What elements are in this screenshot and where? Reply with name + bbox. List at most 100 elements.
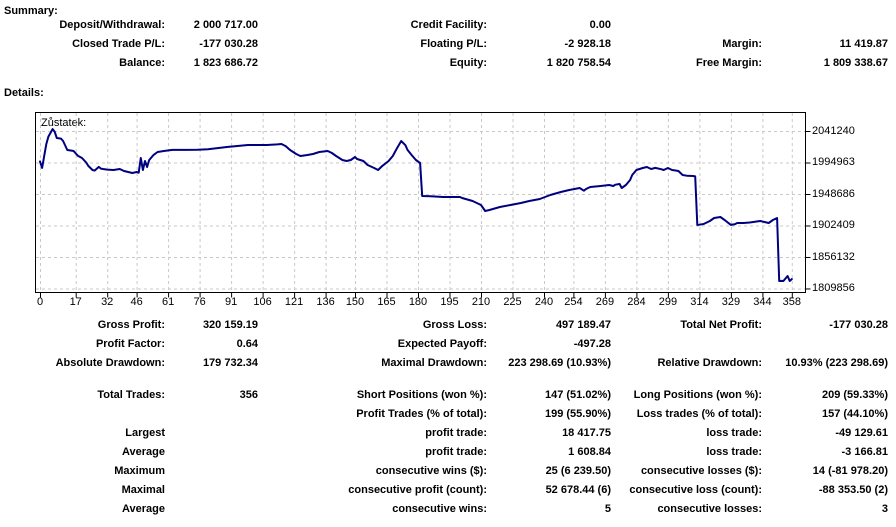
stat-label: Average: [121, 503, 165, 515]
stat-label: consecutive losses:: [657, 503, 762, 515]
x-axis-tick-label: 17: [69, 296, 82, 308]
stat-label: Profit Trades (% of total):: [356, 408, 487, 420]
stat-value: 0.00: [589, 19, 611, 31]
table-row: Balance: 1 823 686.72 Equity: 1 820 758.54 F…: [0, 57, 896, 71]
stat-label: Deposit/Withdrawal:: [59, 19, 165, 31]
stat-label: Expected Payoff:: [397, 338, 487, 350]
x-axis-tick-label: 121: [284, 296, 304, 308]
summary-heading: Summary:: [4, 5, 58, 17]
x-axis-tick-label: 46: [130, 296, 143, 308]
stat-label: Absolute Drawdown:: [55, 357, 165, 369]
stat-label: Short Positions (won %):: [356, 389, 487, 401]
stat-label: consecutive wins:: [392, 503, 487, 515]
y-axis-tick-label: 1994963: [812, 156, 855, 169]
stat-value: 147 (51.02%): [544, 389, 611, 401]
x-axis-tick-label: 0: [36, 296, 44, 308]
stat-label: Maximal Drawdown:: [381, 357, 487, 369]
x-axis-tick-label: 358: [782, 296, 801, 308]
stat-value: -497.28: [573, 338, 611, 350]
balance-chart: Zůstatek: 0 17 32 46 61 76 91 106 121 136 150 165 18…: [0, 100, 896, 315]
stat-label: Equity:: [449, 57, 487, 69]
stat-value: 199 (55.90%): [544, 408, 611, 420]
stat-value: -177 030.28: [199, 38, 258, 50]
stat-label: consecutive profit (count):: [348, 484, 487, 496]
x-axis-tick-label: 284: [627, 296, 646, 308]
table-row: Maximum consecutive wins ($): 25 (6 239.50…: [0, 465, 896, 479]
y-axis-tick-label: 2041240: [812, 125, 855, 137]
stat-value: 157 (44.10%): [821, 408, 888, 420]
y-axis-tick-label: 1902409: [812, 219, 855, 232]
stat-label: Floating P/L:: [420, 38, 487, 50]
table-row: Average profit trade: 1 608.84 loss trade: -…: [0, 446, 896, 460]
stat-label: Loss trades (% of total):: [636, 408, 762, 420]
chart-plot-area: [35, 112, 811, 298]
table-row: Gross Profit: 320 159.19 Gross Loss: 497 18…: [0, 319, 896, 333]
table-row: Total Trades: 356 Short Positions (won %):…: [0, 389, 896, 403]
stat-value: 1 823 686.72: [193, 57, 258, 69]
report-page: { "summary": { "heading": "Summary:", "r…: [0, 0, 896, 527]
stat-label: Free Margin:: [695, 57, 762, 69]
details-heading: Details:: [4, 87, 44, 99]
stat-value: -177 030.28: [829, 319, 888, 331]
stat-label: Largest: [125, 427, 165, 439]
y-axis-tick-label: 1856132: [812, 250, 855, 263]
x-axis-tick-label: 314: [690, 296, 709, 308]
stat-label: profit trade:: [425, 427, 487, 439]
stat-label: consecutive losses ($):: [640, 465, 762, 477]
stat-value: 1 608.84: [568, 446, 611, 458]
stat-value: 497 189.47: [555, 319, 611, 331]
stat-label: Credit Facility:: [410, 19, 487, 31]
stat-value: -2 928.18: [564, 38, 611, 50]
stat-label: Maximal: [121, 484, 165, 496]
stat-label: Balance:: [119, 57, 165, 69]
stat-value: 320 159.19: [202, 319, 258, 331]
x-axis-tick-label: 180: [408, 296, 428, 308]
stat-value: -49 129.61: [835, 427, 888, 439]
stat-value: 2 000 717.00: [193, 19, 258, 31]
stat-label: profit trade:: [425, 446, 487, 458]
stat-value: 223 298.69 (10.93%): [508, 357, 611, 369]
stat-value: 3: [881, 503, 888, 515]
stat-value: 18 417.75: [562, 427, 611, 439]
table-row: Absolute Drawdown: 179 732.34 Maximal Draw…: [0, 357, 896, 371]
x-axis-tick-label: 254: [564, 296, 583, 308]
table-row: Closed Trade P/L: -177 030.28 Floating P/L…: [0, 38, 896, 52]
x-axis-tick-label: 76: [193, 296, 206, 308]
stat-label: Maximum: [114, 465, 165, 477]
table-row: Maximal consecutive profit (count): 52 678…: [0, 484, 896, 498]
balance-line: [39, 128, 793, 282]
x-axis-tick-label: 269: [595, 296, 615, 308]
stat-label: loss trade:: [706, 427, 762, 439]
x-axis-tick-label: 106: [253, 296, 272, 308]
stat-value: 1 820 758.54: [546, 57, 611, 69]
stat-value: 179 732.34: [202, 357, 258, 369]
chart-frame: [35, 112, 806, 293]
stat-label: Profit Factor:: [95, 338, 165, 350]
stat-value: 25 (6 239.50): [545, 465, 611, 477]
table-row: Profit Trades (% of total): 199 (55.90%) L…: [0, 408, 896, 422]
x-axis-tick-label: 150: [345, 296, 365, 308]
table-row: Profit Factor: 0.64 Expected Payoff: -497.2…: [0, 338, 896, 352]
stat-label: Average: [121, 446, 165, 458]
stat-value: 11 419.87: [839, 38, 888, 50]
x-axis-tick-label: 329: [721, 296, 741, 308]
stat-value: -3 166.81: [841, 446, 888, 458]
stat-label: Gross Profit:: [97, 319, 165, 331]
stat-label: consecutive loss (count):: [629, 484, 762, 496]
stat-label: Total Net Profit:: [680, 319, 762, 331]
stat-label: loss trade:: [706, 446, 762, 458]
x-axis-tick-label: 225: [503, 296, 522, 308]
stat-value: 52 678.44 (6): [545, 484, 611, 496]
stat-label: Gross Loss:: [422, 319, 487, 331]
x-axis-tick-label: 165: [377, 296, 396, 308]
stat-value: 10.93% (223 298.69): [785, 357, 888, 369]
y-axis-tick-label: 1948686: [812, 187, 855, 200]
stat-value: 209 (59.33%): [821, 389, 888, 401]
stat-label: consecutive wins ($):: [375, 465, 487, 477]
x-axis-tick-label: 210: [471, 296, 491, 308]
y-axis-tick-label: 1809856: [812, 282, 855, 295]
stat-value: 356: [239, 389, 258, 401]
stat-label: Closed Trade P/L:: [72, 38, 165, 50]
table-row: Largest profit trade: 18 417.75 loss trade:…: [0, 427, 896, 441]
stat-label: Relative Drawdown:: [657, 357, 762, 369]
